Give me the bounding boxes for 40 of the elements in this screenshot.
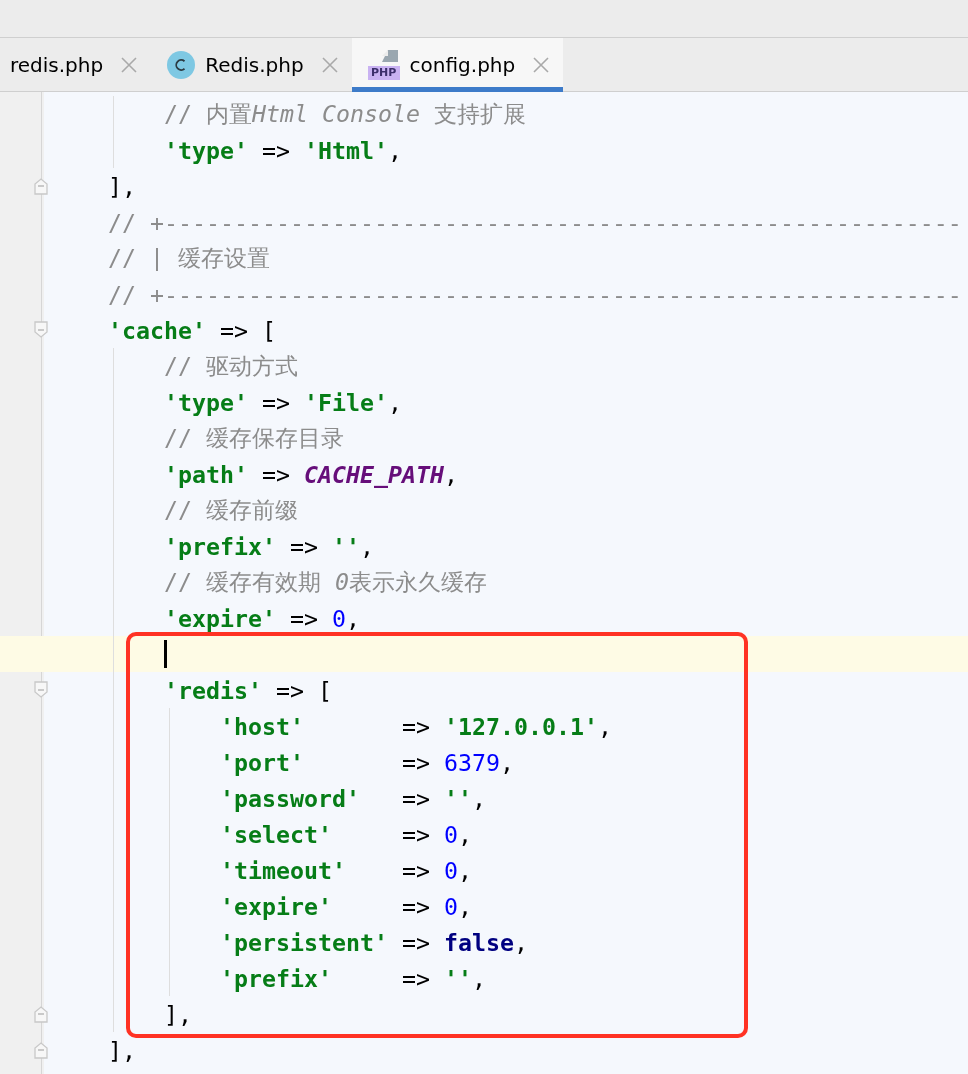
code-comment: // 内置Html Console 支持扩展 xyxy=(164,98,526,129)
editor-tab[interactable]: PHP config.php xyxy=(351,38,564,92)
code-line: ], xyxy=(108,172,136,200)
editor-tab[interactable]: Redis.php xyxy=(151,38,352,92)
code-line: 'cache' => [ xyxy=(108,316,276,344)
close-icon[interactable] xyxy=(533,57,550,73)
fold-end-marker-icon[interactable] xyxy=(34,177,48,195)
fold-marker-icon[interactable] xyxy=(34,321,48,339)
document-icon xyxy=(379,50,400,64)
code-comment: // 缓存保存目录 xyxy=(164,422,344,453)
code-comment: // 缓存有效期 0表示永久缓存 xyxy=(164,566,487,597)
code-line: 'path' => CACHE_PATH, xyxy=(164,460,458,488)
code-comment: // +--------------------------------------------------------- xyxy=(108,280,962,308)
code-line: 'expire' => 0, xyxy=(164,604,360,632)
file-type-badge: PHP xyxy=(367,66,400,80)
fold-end-marker-icon[interactable] xyxy=(34,1005,48,1023)
code-line: 'expire' => 0, xyxy=(220,892,472,920)
code-line: 'prefix' => '', xyxy=(164,532,374,560)
code-comment: // 缓存前缀 xyxy=(164,494,298,525)
code-line: 'port' => 6379, xyxy=(220,748,514,776)
editor-tab[interactable]: redis.php xyxy=(0,38,152,92)
fold-marker-icon[interactable] xyxy=(34,681,48,699)
code-line: 'persistent' => false, xyxy=(220,928,528,956)
code-comment: // 驱动方式 xyxy=(164,350,298,381)
class-icon xyxy=(167,51,196,79)
code-line: 'password' => '', xyxy=(220,784,486,812)
code-line: 'redis' => [ xyxy=(164,676,332,704)
close-icon[interactable] xyxy=(321,57,338,73)
code-comment: // | 缓存设置 xyxy=(108,242,270,273)
code-line: 'type' => 'File', xyxy=(164,388,402,416)
code-line: 'type' => 'Html', xyxy=(164,136,402,164)
code-line: 'host' => '127.0.0.1', xyxy=(220,712,612,740)
code-line: ], xyxy=(108,1036,136,1064)
code-line: 'timeout' => 0, xyxy=(220,856,472,884)
fold-end-marker-icon[interactable] xyxy=(34,1041,48,1059)
code-line: ], xyxy=(164,1000,192,1028)
close-icon[interactable] xyxy=(121,57,138,73)
code-comment: // +--------------------------------------------------------- xyxy=(108,208,962,236)
code-line: 'prefix' => '', xyxy=(220,964,486,992)
code-line: 'select' => 0, xyxy=(220,820,472,848)
